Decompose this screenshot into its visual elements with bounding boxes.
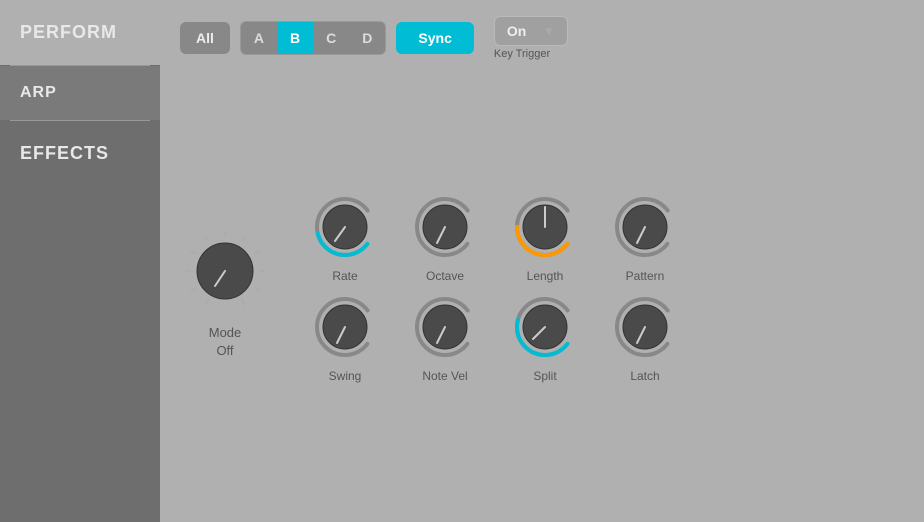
latch-knob-cell: Latch — [600, 293, 690, 383]
group-a-button[interactable]: A — [241, 22, 277, 54]
group-b-button[interactable]: B — [277, 22, 313, 54]
swing-knob-cell: Swing — [300, 293, 390, 383]
sidebar-arp-label: ARP — [20, 84, 57, 101]
group-d-button[interactable]: D — [349, 22, 385, 54]
rate-knob-cell: Rate — [300, 193, 390, 283]
latch-knob[interactable] — [611, 293, 679, 361]
sidebar-item-perform[interactable]: PERFORM — [0, 0, 160, 65]
mode-label: ModeOff — [209, 324, 242, 360]
all-button[interactable]: All — [180, 22, 230, 54]
pattern-label: Pattern — [626, 269, 665, 283]
notevel-label: Note Vel — [422, 369, 467, 383]
split-knob-cell: Split — [500, 293, 590, 383]
mode-section: ModeOff — [180, 226, 270, 360]
group-c-button[interactable]: C — [313, 22, 349, 54]
pattern-knob-cell: Pattern — [600, 193, 690, 283]
key-trigger-wrap: On ▼ Key Trigger — [494, 16, 568, 60]
key-trigger-value: On — [507, 23, 537, 39]
octave-knob[interactable] — [411, 193, 479, 261]
length-knob[interactable] — [511, 193, 579, 261]
main-area: All A B C D Sync On ▼ Key Trigger — [160, 0, 924, 522]
knobs-area: ModeOff Rate — [180, 70, 904, 506]
toolbar: All A B C D Sync On ▼ Key Trigger — [180, 16, 904, 60]
length-knob-cell: Length — [500, 193, 590, 283]
latch-label: Latch — [630, 369, 659, 383]
sidebar-item-arp[interactable]: ARP — [0, 66, 160, 120]
rate-label: Rate — [332, 269, 357, 283]
octave-label: Octave — [426, 269, 464, 283]
rate-knob[interactable] — [311, 193, 379, 261]
key-trigger-select[interactable]: On ▼ — [494, 16, 568, 46]
sync-button[interactable]: Sync — [396, 22, 473, 54]
knobs-grid: Rate Octave — [300, 193, 904, 383]
sidebar-item-effects[interactable]: EFFECTS — [0, 121, 160, 186]
sidebar-effects-label: EFFECTS — [20, 143, 109, 163]
pattern-knob[interactable] — [611, 193, 679, 261]
group-buttons: A B C D — [240, 21, 387, 55]
chevron-down-icon: ▼ — [543, 24, 555, 38]
sidebar-perform-label: PERFORM — [20, 22, 117, 42]
notevel-knob-cell: Note Vel — [400, 293, 490, 383]
swing-knob[interactable] — [311, 293, 379, 361]
split-label: Split — [533, 369, 556, 383]
swing-label: Swing — [329, 369, 362, 383]
split-knob[interactable] — [511, 293, 579, 361]
sidebar: PERFORM ARP EFFECTS — [0, 0, 160, 522]
length-label: Length — [527, 269, 564, 283]
notevel-knob[interactable] — [411, 293, 479, 361]
key-trigger-label: Key Trigger — [494, 48, 550, 60]
mode-knob[interactable] — [180, 226, 270, 316]
octave-knob-cell: Octave — [400, 193, 490, 283]
